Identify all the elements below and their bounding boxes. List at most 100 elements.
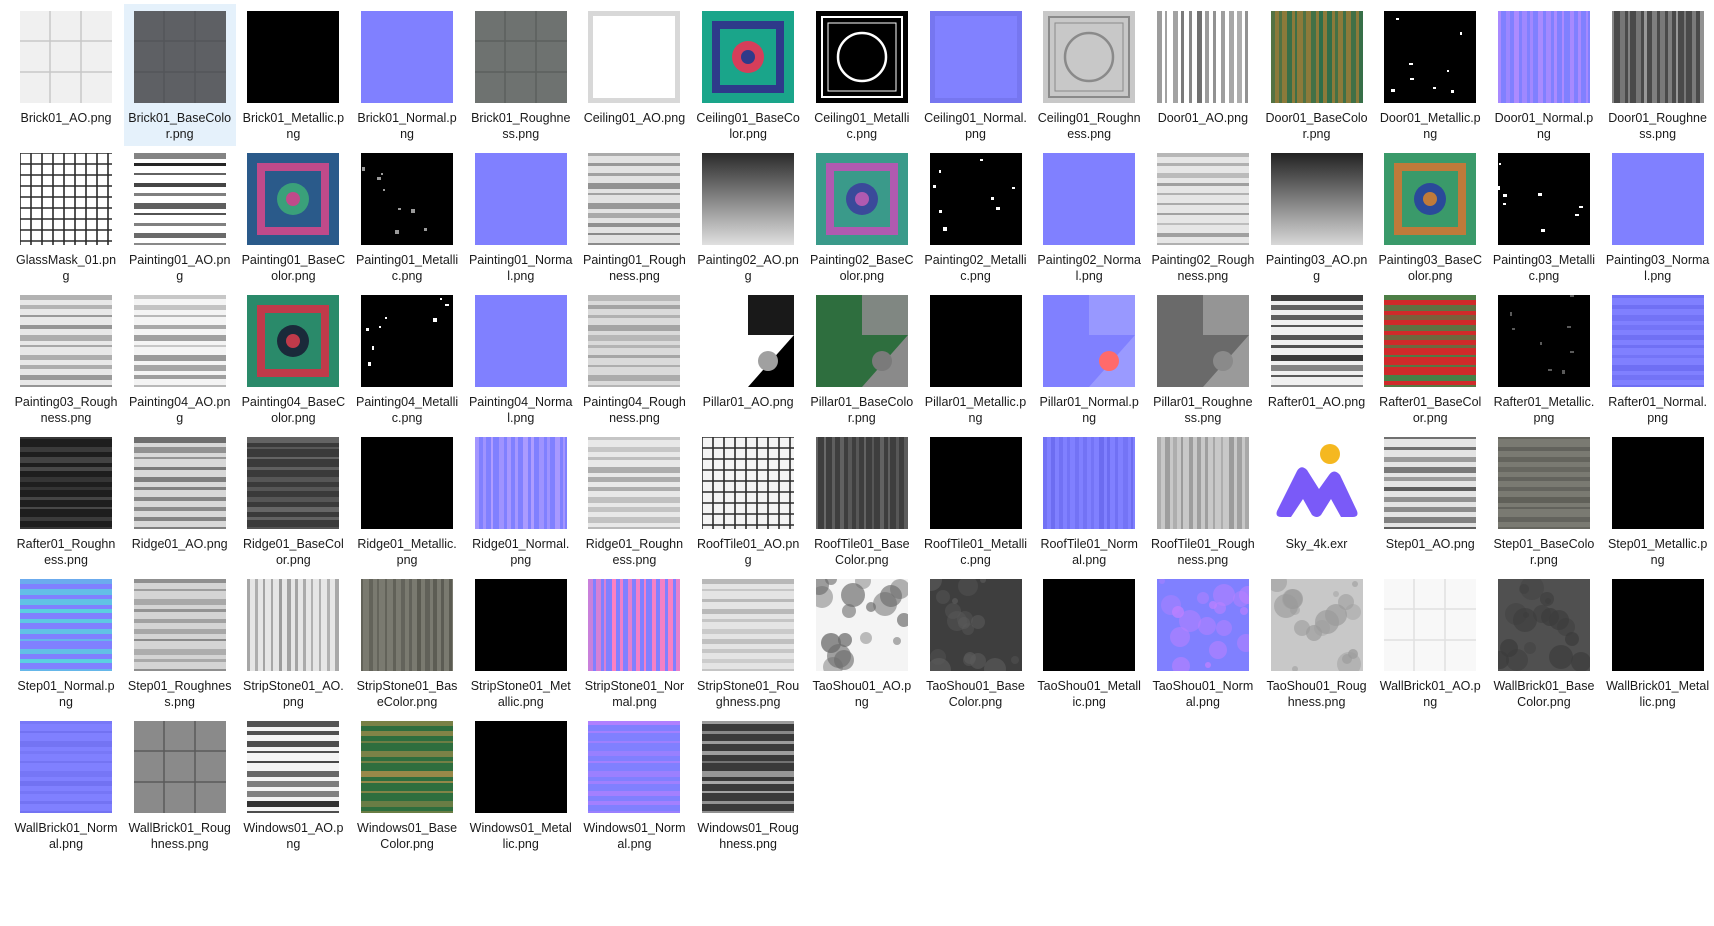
file-item[interactable]: WallBrick01_AO.png xyxy=(1374,572,1486,714)
file-item[interactable]: Painting01_Normal.png xyxy=(465,146,577,288)
file-name-label: WallBrick01_BaseColor.png xyxy=(1493,679,1595,709)
file-item[interactable]: Ridge01_Roughness.png xyxy=(578,430,690,572)
file-thumbnail xyxy=(1156,153,1249,245)
file-item[interactable]: Brick01_BaseColor.png xyxy=(123,4,236,146)
file-item[interactable]: WallBrick01_Normal.png xyxy=(10,714,122,856)
file-item[interactable]: Painting04_Metallic.png xyxy=(351,288,463,430)
file-item[interactable]: Painting01_Metallic.png xyxy=(351,146,463,288)
thumbnail-image xyxy=(474,579,567,671)
file-item[interactable]: Pillar01_Roughness.png xyxy=(1147,288,1259,430)
file-item[interactable]: WallBrick01_Roughness.png xyxy=(124,714,236,856)
file-item[interactable]: Painting02_Normal.png xyxy=(1033,146,1145,288)
file-item[interactable]: Ceiling01_Metallic.png xyxy=(806,4,918,146)
file-item[interactable]: Brick01_Normal.png xyxy=(351,4,463,146)
file-item[interactable]: Rafter01_BaseColor.png xyxy=(1374,288,1486,430)
file-item[interactable]: Step01_Normal.png xyxy=(10,572,122,714)
file-item[interactable]: Step01_Metallic.png xyxy=(1602,430,1714,572)
thumbnail-image xyxy=(1270,295,1363,387)
file-item[interactable]: Painting04_Roughness.png xyxy=(578,288,690,430)
file-name-label: Windows01_Metallic.png xyxy=(469,821,572,851)
file-item[interactable]: Rafter01_Metallic.png xyxy=(1488,288,1600,430)
file-item[interactable]: Painting03_Metallic.png xyxy=(1488,146,1600,288)
file-item[interactable]: Painting01_Roughness.png xyxy=(578,146,690,288)
file-thumbnail xyxy=(247,579,340,671)
file-item[interactable]: Pillar01_Normal.png xyxy=(1033,288,1145,430)
file-item[interactable]: Step01_BaseColor.png xyxy=(1488,430,1600,572)
file-item[interactable]: Painting01_BaseColor.png xyxy=(237,146,349,288)
file-item[interactable]: Painting04_BaseColor.png xyxy=(237,288,349,430)
file-item[interactable]: Sky_4k.exr xyxy=(1261,430,1373,572)
file-item[interactable]: RoofTile01_BaseColor.png xyxy=(806,430,918,572)
file-item[interactable]: Painting03_Normal.png xyxy=(1602,146,1714,288)
file-item[interactable]: Painting04_AO.png xyxy=(124,288,236,430)
thumbnail-image xyxy=(1270,579,1363,671)
file-item[interactable]: Painting02_Roughness.png xyxy=(1147,146,1259,288)
file-item[interactable]: Step01_AO.png xyxy=(1374,430,1486,572)
file-item[interactable]: Brick01_AO.png xyxy=(10,4,122,146)
file-item[interactable]: Windows01_BaseColor.png xyxy=(351,714,463,856)
file-item[interactable]: Ceiling01_BaseColor.png xyxy=(692,4,804,146)
file-item[interactable]: Windows01_Roughness.png xyxy=(692,714,804,856)
file-item[interactable]: TaoShou01_Roughness.png xyxy=(1261,572,1373,714)
file-item[interactable]: StripStone01_Normal.png xyxy=(578,572,690,714)
file-item[interactable]: Ridge01_AO.png xyxy=(124,430,236,572)
thumbnail-image xyxy=(20,153,112,245)
file-name-label: RoofTile01_AO.png xyxy=(696,537,800,567)
file-name-label: Windows01_AO.png xyxy=(243,821,344,851)
file-item[interactable]: RoofTile01_Normal.png xyxy=(1033,430,1145,572)
file-thumbnail xyxy=(133,153,226,245)
file-item[interactable]: Ridge01_BaseColor.png xyxy=(237,430,349,572)
file-item[interactable]: Rafter01_Normal.png xyxy=(1602,288,1714,430)
file-item[interactable]: RoofTile01_Roughness.png xyxy=(1147,430,1259,572)
thumbnail-image xyxy=(929,437,1022,529)
thumbnail-image xyxy=(588,721,681,813)
file-item[interactable]: Painting03_AO.png xyxy=(1261,146,1373,288)
file-item[interactable]: Pillar01_AO.png xyxy=(692,288,804,430)
file-thumbnail xyxy=(361,721,454,813)
file-item[interactable]: Door01_Roughness.png xyxy=(1602,4,1714,146)
file-item[interactable]: Door01_Metallic.png xyxy=(1374,4,1486,146)
file-item[interactable]: StripStone01_BaseColor.png xyxy=(351,572,463,714)
file-item[interactable]: Windows01_AO.png xyxy=(237,714,349,856)
file-item[interactable]: Painting02_AO.png xyxy=(692,146,804,288)
file-item[interactable]: Windows01_Normal.png xyxy=(578,714,690,856)
file-item[interactable]: Ridge01_Metallic.png xyxy=(351,430,463,572)
file-item[interactable]: Painting01_AO.png xyxy=(124,146,236,288)
file-grid: Brick01_AO.png Brick01_BaseColor.png Brick… xyxy=(10,4,1714,856)
file-item[interactable]: Ceiling01_Normal.png xyxy=(920,4,1032,146)
file-item[interactable]: Door01_Normal.png xyxy=(1488,4,1600,146)
file-item[interactable]: StripStone01_Metallic.png xyxy=(465,572,577,714)
file-item[interactable]: Rafter01_Roughness.png xyxy=(10,430,122,572)
file-item[interactable]: StripStone01_AO.png xyxy=(237,572,349,714)
file-item[interactable]: Pillar01_Metallic.png xyxy=(920,288,1032,430)
file-item[interactable]: Door01_BaseColor.png xyxy=(1261,4,1373,146)
file-thumbnail xyxy=(247,153,340,245)
file-item[interactable]: Ceiling01_AO.png xyxy=(578,4,690,146)
file-item[interactable]: Brick01_Metallic.png xyxy=(237,4,349,146)
file-item[interactable]: Windows01_Metallic.png xyxy=(465,714,577,856)
file-item[interactable]: StripStone01_Roughness.png xyxy=(692,572,804,714)
thumbnail-image xyxy=(1611,579,1704,671)
file-item[interactable]: RoofTile01_Metallic.png xyxy=(920,430,1032,572)
file-item[interactable]: RoofTile01_AO.png xyxy=(692,430,804,572)
file-item[interactable]: TaoShou01_Normal.png xyxy=(1147,572,1259,714)
file-item[interactable]: Rafter01_AO.png xyxy=(1261,288,1373,430)
file-item[interactable]: Ridge01_Normal.png xyxy=(465,430,577,572)
file-item[interactable]: Painting03_BaseColor.png xyxy=(1374,146,1486,288)
file-item[interactable]: GlassMask_01.png xyxy=(10,146,122,288)
file-item[interactable]: Pillar01_BaseColor.png xyxy=(806,288,918,430)
file-item[interactable]: Step01_Roughness.png xyxy=(124,572,236,714)
file-name-label: StripStone01_Normal.png xyxy=(584,679,685,709)
file-item[interactable]: Painting03_Roughness.png xyxy=(10,288,122,430)
file-item[interactable]: TaoShou01_BaseColor.png xyxy=(920,572,1032,714)
file-item[interactable]: Door01_AO.png xyxy=(1147,4,1259,146)
file-item[interactable]: TaoShou01_AO.png xyxy=(806,572,918,714)
file-item[interactable]: Ceiling01_Roughness.png xyxy=(1033,4,1145,146)
file-item[interactable]: WallBrick01_BaseColor.png xyxy=(1488,572,1600,714)
file-item[interactable]: Painting04_Normal.png xyxy=(465,288,577,430)
file-item[interactable]: Painting02_BaseColor.png xyxy=(806,146,918,288)
file-item[interactable]: TaoShou01_Metallic.png xyxy=(1033,572,1145,714)
file-item[interactable]: Brick01_Roughness.png xyxy=(465,4,577,146)
file-item[interactable]: WallBrick01_Metallic.png xyxy=(1602,572,1714,714)
file-item[interactable]: Painting02_Metallic.png xyxy=(920,146,1032,288)
